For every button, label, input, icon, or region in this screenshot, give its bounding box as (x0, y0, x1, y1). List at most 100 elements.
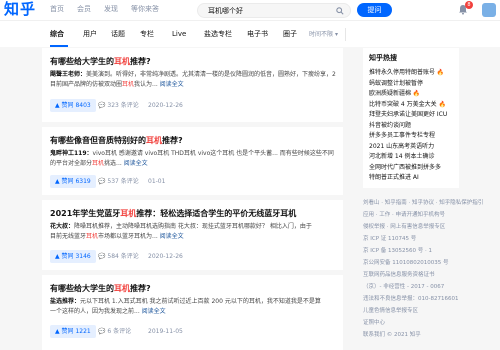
hot-search-item[interactable]: 拼多多员工事件专栏专程 (369, 131, 435, 140)
ask-question-button[interactable]: 提问 (357, 3, 392, 17)
tab-ebooks[interactable]: 电子书 (247, 29, 268, 39)
comment-button[interactable]: 💬 537 条评论 (98, 175, 139, 188)
tab-columns[interactable]: 专栏 (140, 29, 154, 39)
hot-search-text: 河北新增 14 例本土确诊 (369, 153, 435, 160)
hot-search-item[interactable]: 比特币突破 4 万美金大关 🔥 (369, 100, 446, 109)
upvote-count: 赞同 8403 (61, 102, 91, 109)
tab-users[interactable]: 用户 (83, 29, 97, 39)
title-text: 推荐? (162, 136, 183, 145)
zhihu-logo[interactable]: 知乎 (4, 1, 36, 18)
footer-link[interactable]: 互联网药品信息服务资格证书 (363, 271, 488, 279)
title-highlight: 耳机 (114, 57, 130, 66)
title-text: 推荐? (130, 57, 151, 66)
excerpt-text: 一个这样的人，因为我发现之前... (50, 308, 142, 315)
title-text: 有哪些给大学生的 (50, 57, 114, 66)
read-more-link[interactable]: 阅读全文 (124, 160, 148, 167)
search-tabbar: 综合 用户 话题 专栏 Live 盐选专栏 电子书 圈子 时间不限 ▾ (0, 20, 500, 47)
result-title[interactable]: 2021年学生党蓝牙耳机推荐：轻松选择适合学生的平价无线蓝牙耳机 (50, 208, 296, 219)
excerpt-text: 降噪耳机推荐，主动降噪耳机选购指南 花大叔：现挂式蓝牙耳机哪款好？ 相比入门，由… (74, 223, 312, 230)
comment-count: 537 条评论 (107, 178, 139, 185)
nav-home[interactable]: 首页 (50, 4, 64, 14)
hot-search-item[interactable]: 拜登夫妇承诺让美国更好 ICU (369, 110, 447, 119)
time-filter-dropdown[interactable]: 时间不限 ▾ (309, 30, 338, 39)
nav-waiting-answers[interactable]: 等你来答 (131, 4, 159, 14)
result-excerpt: 鬼畔神工119：vivo耳机 感谢邀请 vivo耳机 THD耳机 vivo这个耳… (50, 149, 340, 169)
tab-topics[interactable]: 话题 (111, 29, 125, 39)
upvote-count: 赞同 3146 (61, 253, 91, 260)
footer-link[interactable]: 京公网安备 11010802010035 号 (363, 259, 488, 267)
hot-search-title: 知乎热搜 (369, 54, 397, 62)
footer-link[interactable]: 刘看山 · 知乎指南 · 知乎协议 · 知乎隐私保护指引 (363, 199, 488, 207)
author-name[interactable]: 盐选推荐： (50, 298, 80, 305)
hot-search-item[interactable]: 河北新增 14 例本土确诊 (369, 152, 434, 161)
read-more-link[interactable]: 阅读全文 (142, 308, 166, 315)
result-title[interactable]: 有哪些给大学生的耳机推荐? (50, 56, 151, 67)
upvote-button[interactable]: ▲ 赞同 3146 (50, 250, 96, 263)
search-box[interactable]: 耳机哪个好 (197, 3, 351, 18)
nav-discover[interactable]: 发现 (104, 4, 118, 14)
hot-search-item[interactable]: 蚂蚁调整计划被暂停 (369, 79, 423, 88)
title-highlight: 耳机 (114, 284, 130, 293)
hot-search-item[interactable]: 2021 山东高考英语听力 (369, 142, 434, 151)
excerpt-text: 目前国产品牌的仿被双动圈 (50, 81, 123, 88)
result-excerpt: 花大叔：降噪耳机推荐，主动降噪耳机选购指南 花大叔：现挂式蓝牙耳机哪款好？ 相比… (50, 222, 340, 242)
footer-link[interactable]: 应用 · 工作 · 申请开通知乎机构号 (363, 211, 488, 219)
search-icon[interactable] (336, 7, 344, 15)
hot-search-item[interactable]: 推特永久停用特朗普账号 🔥 (369, 68, 444, 77)
title-highlight: 耳机 (146, 136, 162, 145)
chevron-down-icon: ▾ (334, 31, 338, 38)
tabbar-divider (345, 28, 346, 41)
search-input[interactable]: 耳机哪个好 (208, 6, 243, 16)
tab-all[interactable]: 综合 (50, 29, 64, 39)
author-name[interactable]: 飓聲王老师： (50, 71, 86, 78)
upvote-button[interactable]: ▲ 赞同 8403 (50, 99, 96, 112)
excerpt-text: 市场都以蓝牙耳机为... (98, 233, 160, 240)
author-name[interactable]: 鬼畔神工119： (50, 150, 93, 157)
upvote-button[interactable]: ▲ 赞同 1221 (50, 325, 96, 338)
fire-icon: 🔥 (436, 100, 447, 108)
upvote-button[interactable]: ▲ 赞同 6319 (50, 175, 96, 188)
tab-live[interactable]: Live (172, 29, 186, 39)
tab-circles[interactable]: 圈子 (283, 29, 297, 39)
title-text: 有哪些像音但音质特别好的 (50, 136, 146, 145)
fire-icon: 🔥 (411, 90, 421, 97)
hot-search-item[interactable]: 抖音被约谈问题 (369, 121, 411, 130)
search-result-card: 有哪些给大学生的耳机推荐? 飓聲王老师：美美演到。听得好，非常纯净剧透。尤其清清… (42, 48, 343, 122)
tab-salt-columns[interactable]: 盐选专栏 (204, 29, 232, 39)
post-date: 01-01 (148, 178, 166, 185)
footer-link[interactable]: （京）- 非经营性 - 2017 - 0067 (363, 283, 488, 291)
title-highlight: 耳机 (120, 209, 137, 218)
result-title[interactable]: 有哪些像音但音质特别好的耳机推荐? (50, 135, 183, 146)
footer-link[interactable]: 侵权举报 · 网上有害信息举报专区 (363, 223, 488, 231)
time-filter-label: 时间不限 (309, 31, 334, 38)
author-name[interactable]: 花大叔： (50, 223, 74, 230)
notification-badge: 8 (465, 1, 473, 9)
read-more-link[interactable]: 阅读全文 (160, 81, 184, 88)
user-avatar[interactable] (482, 3, 496, 17)
upvote-count: 赞同 6319 (61, 178, 91, 185)
hot-search-panel: 知乎热搜 推特永久停用特朗普账号 🔥 蚂蚁调整计划被暂停 欧洲质疑新疆棉 🔥 比特币突… (363, 48, 459, 188)
hot-search-item[interactable]: 全网时代广西被推到拼多多 (369, 163, 441, 172)
footer-link[interactable]: 京 ICP 证 110745 号 (363, 235, 488, 243)
footer-link[interactable]: 违法和不良信息举报：010-82716601 (363, 295, 488, 303)
footer-link[interactable]: 京 ICP 备 13052560 号 · 1 (363, 247, 488, 255)
excerpt-highlight: 耳机 (86, 233, 99, 240)
footer-link[interactable]: 联系我们 © 2021 知乎 (363, 331, 488, 339)
result-title[interactable]: 有哪些给大学生的耳机推荐? (50, 283, 151, 294)
hot-search-text: 2021 山东高考英语听力 (369, 142, 435, 150)
footer-link[interactable]: 儿童色情信息举报专区 (363, 307, 488, 315)
hot-search-text: 特朗普正式推进 AI (369, 174, 419, 181)
hot-search-item[interactable]: 特朗普正式推进 AI (369, 173, 419, 182)
comment-button[interactable]: 💬 323 条评论 (98, 99, 139, 112)
read-more-link[interactable]: 阅读全文 (160, 233, 184, 240)
hot-search-text: 比特币突破 4 万美金大关 (369, 100, 437, 108)
post-date: 2020-12-26 (148, 102, 183, 109)
hot-search-item[interactable]: 欧洲质疑新疆棉 🔥 (369, 89, 420, 98)
hot-search-text: 抖音被约谈问题 (369, 121, 412, 129)
comment-count: 323 条评论 (107, 102, 139, 109)
post-date: 2019-11-05 (148, 328, 183, 335)
nav-vip[interactable]: 会员 (77, 4, 91, 14)
comment-button[interactable]: 💬 584 条评论 (98, 250, 139, 263)
comment-button[interactable]: 💬 6 条评论 (98, 325, 131, 338)
footer-link[interactable]: 证照中心 (363, 319, 488, 327)
